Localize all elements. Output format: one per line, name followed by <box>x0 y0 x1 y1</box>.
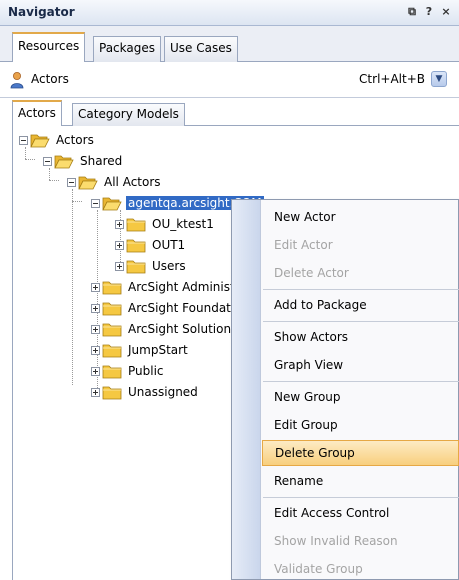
folder-icon <box>126 260 146 273</box>
menu-item-edit-access-control[interactable]: Edit Access Control <box>262 500 459 526</box>
tree-node-label: All Actors <box>104 175 161 189</box>
tree-node[interactable]: OU_ktest1 <box>115 215 216 233</box>
tab-use-cases[interactable]: Use Cases <box>164 36 238 62</box>
menu-item-edit-actor[interactable]: Edit Actor <box>262 232 459 258</box>
tree-node-label: OU_ktest1 <box>152 217 214 231</box>
menu-item-rename[interactable]: Rename <box>262 468 459 494</box>
tree-node-label: Actors <box>56 133 94 147</box>
collapse-icon[interactable] <box>67 177 76 187</box>
help-icon[interactable]: ? <box>424 5 434 19</box>
tree-node-label: Users <box>152 259 186 273</box>
menu-item-new-actor[interactable]: New Actor <box>262 204 459 230</box>
tab-resources[interactable]: Resources <box>12 32 86 63</box>
tree-node[interactable]: Public <box>91 362 166 380</box>
menu-separator <box>263 321 459 322</box>
folder-icon <box>126 239 146 252</box>
open-folder-icon <box>102 197 122 210</box>
collapse-icon[interactable] <box>91 198 100 208</box>
tab-category-models[interactable]: Category Models <box>72 103 185 126</box>
tree-node[interactable]: Shared <box>43 152 124 170</box>
tree-node[interactable]: ArcSight Solutions <box>91 320 239 338</box>
menu-item-graph-view[interactable]: Graph View <box>262 352 459 378</box>
expand-icon[interactable] <box>115 261 124 271</box>
expand-icon[interactable] <box>91 324 100 334</box>
tab-actors[interactable]: Actors <box>12 100 62 127</box>
open-folder-icon <box>54 155 74 168</box>
menu-separator <box>263 497 459 498</box>
expand-icon[interactable] <box>91 303 100 313</box>
folder-icon <box>102 323 122 336</box>
expand-icon[interactable] <box>91 282 100 292</box>
tree-node-label: OUT1 <box>152 238 186 252</box>
tree-node-label: JumpStart <box>128 343 188 357</box>
menu-separator <box>263 289 459 290</box>
inner-tab-bar: Actors Category Models <box>12 100 459 127</box>
tree-node-label: ArcSight Solutions <box>128 322 238 336</box>
context-menu: New Actor Edit Actor Delete Actor Add to… <box>231 199 459 580</box>
tree-node[interactable]: Users <box>115 257 188 275</box>
tree-node-label: Unassigned <box>128 385 198 399</box>
tree-node[interactable]: Unassigned <box>91 383 200 401</box>
folder-icon <box>102 302 122 315</box>
menu-item-new-group[interactable]: New Group <box>262 384 459 410</box>
collapse-icon[interactable] <box>43 156 52 166</box>
expand-icon[interactable] <box>91 387 100 397</box>
collapse-icon[interactable] <box>19 135 28 145</box>
tree-node[interactable]: Actors <box>19 131 96 149</box>
tree-node-label: Public <box>128 364 164 378</box>
folder-icon <box>102 281 122 294</box>
menu-separator <box>263 381 459 382</box>
menu-item-edit-group[interactable]: Edit Group <box>262 412 459 438</box>
tree-node[interactable]: ArcSight Foundation <box>91 299 251 317</box>
navigator-title-bar: Navigator ⧉ ? × <box>0 0 459 26</box>
menu-item-show-invalid-reason[interactable]: Show Invalid Reason <box>262 528 459 554</box>
selector-shortcut: Ctrl+Alt+B <box>359 72 425 86</box>
menu-item-delete-actor[interactable]: Delete Actor <box>262 260 459 286</box>
folder-icon <box>102 386 122 399</box>
title-controls: ⧉ ? × <box>407 5 451 19</box>
folder-icon <box>102 344 122 357</box>
tree-node[interactable]: JumpStart <box>91 341 190 359</box>
selector-value: Actors <box>31 72 69 86</box>
menu-item-validate-group[interactable]: Validate Group <box>262 556 459 580</box>
tree-node-label: Shared <box>80 154 123 168</box>
tree-node[interactable]: All Actors <box>67 173 163 191</box>
expand-icon[interactable] <box>115 240 124 250</box>
expand-icon[interactable] <box>91 345 100 355</box>
folder-icon <box>126 218 146 231</box>
main-tab-bar: Resources Packages Use Cases <box>0 26 459 63</box>
resource-type-selector[interactable]: Actors Ctrl+Alt+B ▼ <box>0 62 459 98</box>
menu-item-show-actors[interactable]: Show Actors <box>262 324 459 350</box>
open-folder-icon <box>30 134 50 147</box>
close-icon[interactable]: × <box>441 5 451 19</box>
open-folder-icon <box>78 176 98 189</box>
navigator-title: Navigator <box>8 5 75 19</box>
expand-icon[interactable] <box>91 366 100 376</box>
actor-icon <box>10 72 24 89</box>
menu-item-add-to-package[interactable]: Add to Package <box>262 292 459 318</box>
chevron-down-icon[interactable]: ▼ <box>431 71 447 87</box>
folder-icon <box>102 365 122 378</box>
expand-icon[interactable] <box>115 219 124 229</box>
restore-icon[interactable]: ⧉ <box>407 5 417 19</box>
tree-node[interactable]: OUT1 <box>115 236 187 254</box>
tab-packages[interactable]: Packages <box>93 36 161 62</box>
menu-item-delete-group[interactable]: Delete Group <box>262 440 459 466</box>
